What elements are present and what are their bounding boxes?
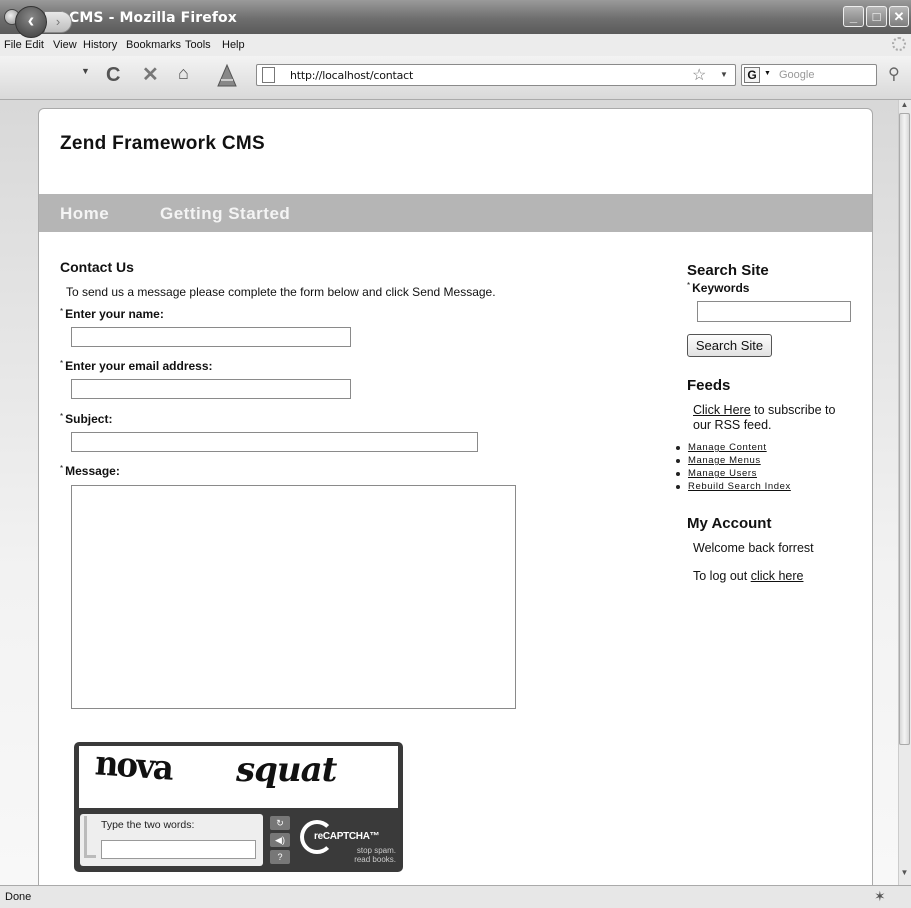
required-mark: *	[687, 281, 691, 290]
recaptcha-tagline-1: stop spam.	[356, 846, 396, 855]
page-icon	[262, 67, 275, 83]
refresh-icon[interactable]: ↻	[270, 816, 290, 830]
manage-users-link[interactable]: Manage Users	[688, 468, 757, 479]
keywords-label: * Keywords	[687, 281, 749, 295]
stop-icon[interactable]: ✕	[142, 62, 159, 87]
name-field[interactable]	[71, 327, 351, 347]
throbber-icon	[892, 37, 906, 51]
scroll-thumb[interactable]	[899, 113, 910, 745]
url-text[interactable]: http://localhost/contact	[290, 69, 413, 82]
search-engine-icon[interactable]: G	[744, 67, 760, 83]
list-item: Manage Menus	[676, 454, 791, 467]
logout-text: To log out click here	[693, 569, 803, 583]
menu-file[interactable]: File	[4, 39, 22, 51]
nav-getting-started[interactable]: Getting Started	[160, 204, 290, 224]
manage-menus-link[interactable]: Manage Menus	[688, 455, 761, 466]
rss-link[interactable]: Click Here	[693, 403, 751, 417]
search-site-button[interactable]: Search Site	[687, 334, 772, 357]
required-mark: *	[60, 464, 64, 473]
audio-icon[interactable]: ◀)	[270, 833, 290, 847]
status-text: Done	[5, 891, 32, 903]
nav-home[interactable]: Home	[60, 204, 109, 224]
captcha-arrow-icon	[84, 816, 96, 858]
welcome-text: Welcome back forrest	[693, 541, 814, 555]
logout-prefix: To log out	[693, 569, 751, 583]
forward-icon[interactable]: ›	[44, 11, 72, 33]
keywords-label-text: Keywords	[692, 281, 750, 295]
logout-link[interactable]: click here	[751, 569, 804, 583]
scroll-down-icon[interactable]: ▼	[899, 868, 910, 880]
required-mark: *	[60, 307, 64, 316]
feeds-text: Click Here to subscribe to our RSS feed.	[693, 403, 835, 433]
admin-links: Manage Content Manage Menus Manage Users…	[676, 441, 791, 493]
back-icon[interactable]: ‹	[15, 6, 47, 38]
manage-content-link[interactable]: Manage Content	[688, 442, 767, 453]
menu-history[interactable]: History	[83, 39, 117, 51]
captcha-word-1: nova	[93, 743, 174, 789]
window-titlebar: Zend CMS - Mozilla Firefox _ □ ✕	[0, 0, 911, 34]
status-bar: Done ✶	[0, 885, 911, 908]
account-heading: My Account	[687, 515, 772, 532]
required-mark: *	[60, 412, 64, 421]
menu-bookmarks[interactable]: Bookmarks	[126, 39, 181, 51]
recaptcha-tagline: stop spam. read books.	[352, 846, 396, 864]
captcha-response-field[interactable]	[101, 840, 256, 859]
email-label: * Enter your email address:	[60, 359, 213, 373]
bug-icon[interactable]: ✶	[874, 888, 886, 905]
contact-intro: To send us a message please complete the…	[66, 285, 496, 299]
subject-label: * Subject:	[60, 412, 112, 426]
close-button[interactable]: ✕	[889, 6, 909, 27]
subject-field[interactable]	[71, 432, 478, 452]
captcha-prompt: Type the two words:	[101, 819, 195, 831]
menu-edit[interactable]: Edit	[25, 39, 44, 51]
minimize-button[interactable]: _	[843, 6, 864, 27]
site-title: Zend Framework CMS	[60, 133, 265, 154]
subject-label-text: Subject:	[65, 412, 113, 426]
home-icon[interactable]: ⌂	[178, 63, 189, 84]
rebuild-index-link[interactable]: Rebuild Search Index	[688, 481, 791, 492]
email-field[interactable]	[71, 379, 351, 399]
menu-help[interactable]: Help	[222, 39, 245, 51]
url-dropdown-icon[interactable]: ▼	[720, 70, 728, 79]
reload-icon[interactable]: C	[106, 64, 120, 87]
email-label-text: Enter your email address:	[65, 359, 213, 373]
engine-dropdown-icon[interactable]: ▼	[764, 70, 771, 77]
menu-bar: File Edit View History Bookmarks Tools H…	[0, 34, 911, 56]
recaptcha-brand: reCAPTCHA™	[314, 831, 380, 842]
menu-tools[interactable]: Tools	[185, 39, 211, 51]
search-magnifier-icon[interactable]: ⚲	[888, 64, 900, 84]
list-item: Manage Content	[676, 441, 791, 454]
help-icon[interactable]: ?	[270, 850, 290, 864]
message-label: * Message:	[60, 464, 120, 478]
feeds-heading: Feeds	[687, 377, 731, 394]
addon-icon[interactable]	[214, 62, 240, 88]
message-label-text: Message:	[65, 464, 120, 478]
contact-heading: Contact Us	[60, 259, 134, 275]
feeds-text-2: our RSS feed.	[693, 418, 772, 432]
scroll-up-icon[interactable]: ▲	[899, 100, 910, 112]
message-textarea[interactable]	[71, 485, 516, 709]
search-placeholder[interactable]: Google	[779, 69, 814, 81]
keywords-field[interactable]	[697, 301, 851, 322]
required-mark: *	[60, 359, 64, 368]
name-label-text: Enter your name:	[65, 307, 164, 321]
list-item: Manage Users	[676, 467, 791, 480]
maximize-button[interactable]: □	[866, 6, 887, 27]
captcha-word-2: squat	[236, 750, 337, 790]
name-label: * Enter your name:	[60, 307, 164, 321]
menu-view[interactable]: View	[53, 39, 77, 51]
recaptcha-tagline-2: read books.	[354, 855, 396, 864]
search-heading: Search Site	[687, 262, 769, 279]
feeds-text-1: to subscribe to	[750, 403, 836, 417]
star-icon[interactable]: ☆	[692, 65, 706, 85]
list-item: Rebuild Search Index	[676, 480, 791, 493]
history-dropdown-icon[interactable]: ▼	[81, 66, 90, 76]
